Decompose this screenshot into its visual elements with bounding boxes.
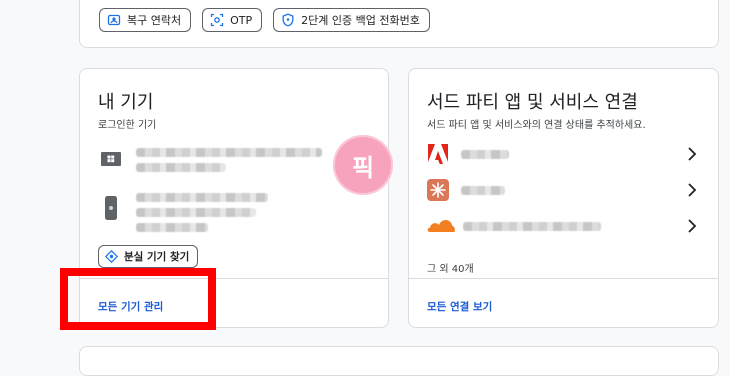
devices-title: 내 기기 bbox=[98, 92, 154, 113]
backup-phone-chip[interactable]: 2단계 인증 백업 전화번호 bbox=[273, 8, 430, 32]
device-details-redacted bbox=[136, 193, 268, 232]
apps-subtitle: 서드 파티 앱 및 서비스와의 연결 상태를 추적하세요. bbox=[427, 120, 646, 131]
app-name-redacted bbox=[463, 221, 601, 231]
devices-subtitle: 로그인한 기기 bbox=[98, 120, 157, 131]
recovery-options-card: 복구 연락처 OTP 2단계 인증 백업 전화번호 bbox=[79, 0, 719, 48]
otp-chip[interactable]: OTP bbox=[202, 8, 263, 32]
find-lost-device-button[interactable]: 분실 기기 찾기 bbox=[98, 245, 199, 268]
contact-icon bbox=[107, 13, 121, 27]
cloudflare-logo-icon bbox=[427, 215, 455, 237]
connected-app-item[interactable] bbox=[427, 214, 699, 238]
pick-badge: 픽 bbox=[333, 135, 393, 195]
chevron-right-icon bbox=[688, 219, 697, 233]
windows-computer-icon bbox=[100, 148, 122, 170]
connected-app-item[interactable] bbox=[427, 178, 699, 202]
otp-icon bbox=[210, 13, 224, 27]
more-apps-count: 그 외 40개 bbox=[427, 264, 474, 275]
chevron-right-icon bbox=[688, 147, 697, 161]
connected-app-item[interactable] bbox=[427, 142, 699, 166]
divider bbox=[409, 278, 718, 279]
claude-logo-icon bbox=[427, 179, 449, 201]
app-name-redacted bbox=[461, 149, 509, 159]
device-item[interactable] bbox=[100, 193, 268, 232]
chip-label: OTP bbox=[230, 13, 253, 27]
next-card bbox=[79, 346, 719, 376]
third-party-connections-card: 서드 파티 앱 및 서비스 연결 서드 파티 앱 및 서비스와의 연결 상태를 … bbox=[408, 68, 719, 328]
recovery-chips: 복구 연락처 OTP 2단계 인증 백업 전화번호 bbox=[99, 8, 430, 32]
adobe-logo-icon bbox=[427, 143, 449, 165]
view-all-connections-link[interactable]: 모든 연결 보기 bbox=[427, 299, 492, 314]
red-highlight-box bbox=[60, 268, 216, 330]
find-lost-device-label: 분실 기기 찾기 bbox=[124, 251, 190, 263]
device-details-redacted bbox=[136, 148, 322, 172]
device-item[interactable] bbox=[100, 148, 322, 172]
chevron-right-icon bbox=[688, 183, 697, 197]
phone-icon bbox=[100, 193, 122, 223]
apps-title: 서드 파티 앱 및 서비스 연결 bbox=[427, 92, 638, 113]
chip-label: 2단계 인증 백업 전화번호 bbox=[301, 14, 420, 27]
app-name-redacted bbox=[461, 185, 505, 195]
chip-label: 복구 연락처 bbox=[127, 14, 182, 27]
recovery-contact-chip[interactable]: 복구 연락처 bbox=[99, 8, 192, 32]
shield-icon bbox=[281, 13, 295, 27]
locate-icon bbox=[105, 250, 118, 263]
